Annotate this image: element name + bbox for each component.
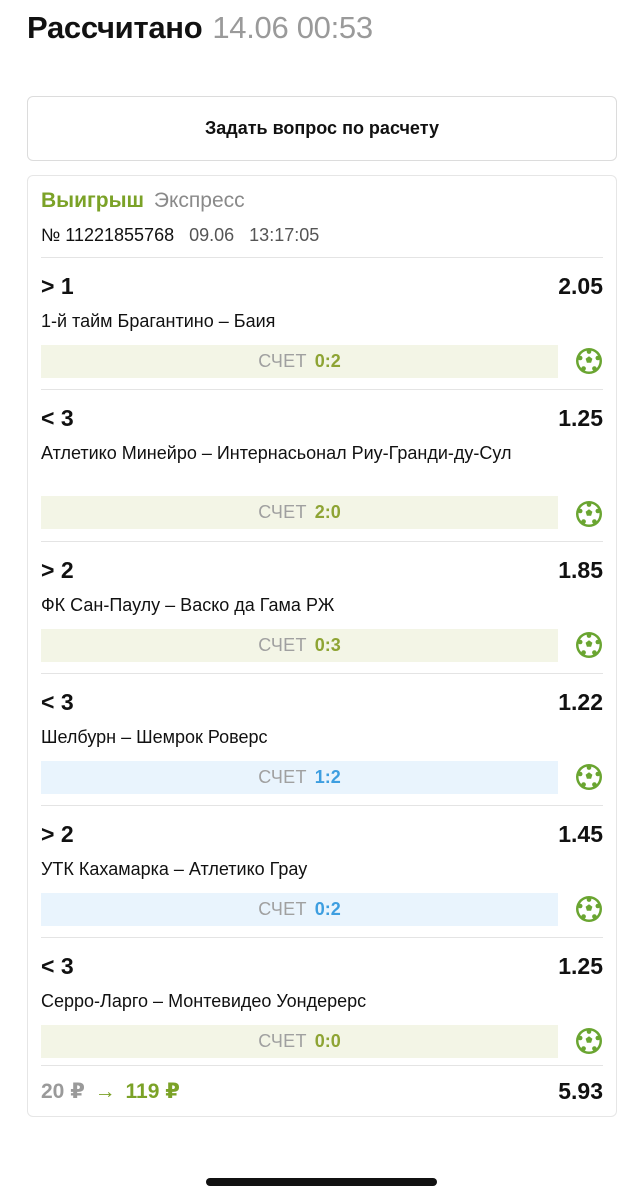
bet-outcome: > 2 <box>41 820 74 847</box>
bet-time: 13:17:05 <box>249 225 320 245</box>
score-value: 0:3 <box>314 635 341 655</box>
event-odds: 1.25 <box>558 404 603 431</box>
event-item[interactable]: < 3 1.22 Шелбурн – Шемрок Роверс СЧЕТ 1:2 <box>41 673 603 805</box>
event-header: < 3 1.22 <box>41 688 603 716</box>
soccer-ball-icon <box>575 1027 603 1055</box>
score-bar: СЧЕТ 0:3 <box>41 629 558 662</box>
event-header: < 3 1.25 <box>41 952 603 980</box>
event-header: > 2 1.45 <box>41 820 603 848</box>
total-odds: 5.93 <box>558 1077 603 1104</box>
soccer-ball-icon <box>575 895 603 923</box>
score-bar: СЧЕТ 1:2 <box>41 761 558 794</box>
event-item[interactable]: < 3 1.25 Атлетико Минейро – Интернасьонал … <box>41 389 603 541</box>
bet-status-line: Выигрыш Экспресс <box>41 188 603 214</box>
soccer-ball-icon <box>575 500 603 528</box>
score-bar: СЧЕТ 0:0 <box>41 1025 558 1058</box>
arrow-right-icon: → <box>94 1079 116 1103</box>
bet-summary: 20 ₽ → 119 ₽ 5.93 <box>41 1065 603 1116</box>
event-header: > 1 2.05 <box>41 272 603 300</box>
event-odds: 1.22 <box>558 688 603 715</box>
ask-question-button[interactable]: Задать вопрос по расчету <box>27 96 617 161</box>
match-name: Атлетико Минейро – Интернасьонал Риу-Гра… <box>41 443 512 463</box>
event-odds: 1.45 <box>558 820 603 847</box>
score-label: СЧЕТ <box>258 351 307 371</box>
bet-meta: № 11221855768 09.06 13:17:05 <box>41 224 603 246</box>
score-value: 2:0 <box>314 502 341 522</box>
score-label: СЧЕТ <box>258 1031 307 1051</box>
home-indicator[interactable] <box>206 1178 437 1186</box>
bet-outcome: > 2 <box>41 556 74 583</box>
match-name: 1-й тайм Брагантино – Баия <box>41 311 276 331</box>
event-item[interactable]: > 2 1.45 УТК Кахамарка – Атлетико Грау СЧЕТ… <box>41 805 603 937</box>
event-item[interactable]: > 1 2.05 1-й тайм Брагантино – Баия СЧЕТ 0:2 <box>41 257 603 389</box>
bet-status: Выигрыш <box>41 189 145 212</box>
page-header: Рассчитано 14.06 00:53 <box>27 10 373 50</box>
soccer-ball-icon <box>575 631 603 659</box>
event-odds: 1.25 <box>558 952 603 979</box>
score-label: СЧЕТ <box>258 635 307 655</box>
bet-type: Экспресс <box>153 189 245 212</box>
settled-datetime: 14.06 00:53 <box>212 10 373 45</box>
bet-outcome: > 1 <box>41 272 74 299</box>
bet-card: Выигрыш Экспресс № 11221855768 09.06 13:… <box>27 175 617 1117</box>
page-title: Рассчитано <box>27 10 203 45</box>
payout-amount: 119 ₽ <box>125 1079 180 1103</box>
event-odds: 2.05 <box>558 272 603 299</box>
stake-payout: 20 ₽ → 119 ₽ <box>41 1079 180 1104</box>
event-odds: 1.85 <box>558 556 603 583</box>
match-name: Шелбурн – Шемрок Роверс <box>41 727 268 747</box>
score-label: СЧЕТ <box>258 899 307 919</box>
soccer-ball-icon <box>575 347 603 375</box>
score-bar: СЧЕТ 0:2 <box>41 893 558 926</box>
score-value: 0:2 <box>314 899 341 919</box>
event-header: < 3 1.25 <box>41 404 603 432</box>
event-header: > 2 1.85 <box>41 556 603 584</box>
bet-number: № 11221855768 <box>41 225 175 245</box>
bet-date: 09.06 <box>189 225 235 245</box>
match-name: ФК Сан-Паулу – Васко да Гама РЖ <box>41 595 335 615</box>
bet-outcome: < 3 <box>41 688 74 715</box>
stake-amount: 20 ₽ <box>41 1079 85 1103</box>
score-value: 0:0 <box>314 1031 341 1051</box>
score-value: 1:2 <box>314 767 341 787</box>
score-bar: СЧЕТ 0:2 <box>41 345 558 378</box>
events-list: > 1 2.05 1-й тайм Брагантино – Баия СЧЕТ 0:2… <box>41 257 603 1069</box>
match-name: Серро-Ларго – Монтевидео Уондерерс <box>41 991 367 1011</box>
score-label: СЧЕТ <box>258 767 307 787</box>
match-name: УТК Кахамарка – Атлетико Грау <box>41 859 308 879</box>
event-item[interactable]: < 3 1.25 Серро-Ларго – Монтевидео Уондерер… <box>41 937 603 1069</box>
score-value: 0:2 <box>314 351 341 371</box>
event-item[interactable]: > 2 1.85 ФК Сан-Паулу – Васко да Гама РЖ СЧ… <box>41 541 603 673</box>
score-bar: СЧЕТ 2:0 <box>41 496 558 529</box>
score-label: СЧЕТ <box>258 502 307 522</box>
bet-outcome: < 3 <box>41 952 74 979</box>
bet-card-header: Выигрыш Экспресс № 11221855768 09.06 13:… <box>41 188 603 246</box>
soccer-ball-icon <box>575 763 603 791</box>
bet-outcome: < 3 <box>41 404 74 431</box>
